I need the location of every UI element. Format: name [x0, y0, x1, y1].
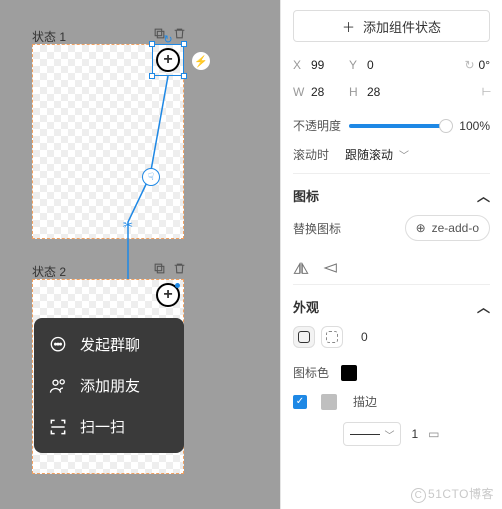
scroll-row: 滚动时 跟随滚动 ﹀ — [293, 146, 490, 163]
replace-icon-row: 替换图标 ⊕ ze-add-o — [293, 215, 490, 241]
stroke-label: 描边 — [353, 393, 377, 410]
chevron-down-icon: ﹀ — [384, 427, 394, 442]
y-label: Y — [349, 58, 363, 72]
opacity-value[interactable]: 100% — [454, 119, 490, 133]
rotation-input[interactable]: 0° — [479, 58, 490, 72]
radius-all-button[interactable] — [293, 326, 315, 348]
plus-icon: ＋ — [342, 17, 355, 36]
rotate-icon[interactable]: ↻ — [464, 58, 474, 72]
delete-icon[interactable] — [172, 261, 186, 275]
stroke-swatch[interactable] — [321, 394, 337, 410]
icon-chip[interactable]: ⊕ ze-add-o — [405, 215, 490, 241]
chat-icon — [48, 335, 68, 355]
stroke-checkbox[interactable]: ✓ — [293, 395, 307, 409]
add-state-label: 添加组件状态 — [363, 17, 441, 36]
tap-indicator-icon[interactable]: ☟ — [142, 168, 160, 186]
stroke-style-select[interactable]: ﹀ — [343, 422, 401, 446]
flip-vertical-icon[interactable] — [323, 261, 339, 278]
add-friend-icon — [48, 376, 68, 396]
plus-button-1[interactable]: + — [156, 48, 180, 72]
chevron-down-icon: ﹀ — [399, 147, 409, 162]
scan-icon — [48, 417, 68, 437]
menu-label: 发起群聊 — [80, 334, 140, 355]
menu-label: 扫一扫 — [80, 416, 125, 437]
state2-actions — [152, 261, 186, 275]
x-input[interactable]: 99 — [311, 58, 345, 72]
plus-button-2[interactable]: + — [156, 283, 180, 307]
stroke-position-icon[interactable]: ▭ — [428, 427, 439, 441]
h-input[interactable]: 28 — [367, 85, 401, 99]
icon-name: ze-add-o — [432, 221, 479, 235]
plus-circle-icon: ⊕ — [416, 221, 426, 235]
menu-item-add-friend[interactable]: 添加朋友 — [34, 365, 184, 406]
state1-label: 状态 1 — [32, 28, 66, 45]
flip-horizontal-icon[interactable] — [293, 261, 309, 278]
interaction-bolt-icon[interactable]: ⚡ — [192, 52, 210, 70]
menu-item-group-chat[interactable]: 发起群聊 — [34, 324, 184, 365]
lock-aspect-icon[interactable]: ⟂ — [478, 87, 493, 95]
stroke-width-input[interactable]: 1 — [411, 427, 418, 441]
replace-icon-label: 替换图标 — [293, 220, 341, 237]
w-input[interactable]: 28 — [311, 85, 345, 99]
chevron-up-icon[interactable]: ︿ — [477, 297, 490, 316]
position-row: X 99 Y 0 ↻ 0° — [293, 58, 490, 72]
rotate-icon[interactable]: ↻ — [163, 33, 172, 46]
scroll-select[interactable]: 跟随滚动 ﹀ — [345, 146, 409, 163]
context-menu: 发起群聊 添加朋友 扫一扫 — [34, 318, 184, 453]
opacity-label: 不透明度 — [293, 117, 341, 134]
corner-radius-row: 0 — [293, 326, 490, 348]
color-swatch[interactable] — [341, 365, 357, 381]
icon-color-label: 图标色 — [293, 364, 337, 381]
icon-section-header: 图标 ︿ — [293, 173, 490, 213]
properties-panel: ＋ 添加组件状态 X 99 Y 0 ↻ 0° W 28 H 28 ⟂ 不透明度 … — [280, 0, 502, 509]
radius-toggle — [293, 326, 343, 348]
icon-color-row: 图标色 — [293, 364, 490, 381]
appearance-section-header: 外观 ︿ — [293, 284, 490, 324]
section-title: 外观 — [293, 297, 319, 316]
w-label: W — [293, 85, 307, 99]
radius-input[interactable]: 0 — [361, 330, 368, 344]
design-canvas[interactable]: 状态 1 ↻ + ⚡ ☟ ✂ 状态 2 + — [0, 0, 280, 509]
scroll-value: 跟随滚动 — [345, 146, 393, 163]
add-component-state-button[interactable]: ＋ 添加组件状态 — [293, 10, 490, 42]
menu-item-scan[interactable]: 扫一扫 — [34, 406, 184, 447]
stroke-detail-row: ﹀ 1 ▭ — [293, 422, 490, 446]
radius-individual-button[interactable] — [321, 326, 343, 348]
menu-label: 添加朋友 — [80, 375, 140, 396]
scissors-icon[interactable]: ✂ — [123, 218, 133, 232]
chevron-up-icon[interactable]: ︿ — [477, 186, 490, 205]
y-input[interactable]: 0 — [367, 58, 401, 72]
duplicate-icon[interactable] — [152, 261, 166, 275]
h-label: H — [349, 85, 363, 99]
x-label: X — [293, 58, 307, 72]
opacity-slider[interactable] — [349, 124, 446, 128]
mirror-row — [293, 253, 490, 278]
section-title: 图标 — [293, 186, 319, 205]
state2-label: 状态 2 — [32, 263, 66, 280]
opacity-row: 不透明度 100% — [293, 117, 490, 134]
scroll-label: 滚动时 — [293, 146, 341, 163]
delete-icon[interactable] — [172, 26, 186, 40]
size-row: W 28 H 28 ⟂ — [293, 84, 490, 99]
stroke-row: ✓ 描边 — [293, 393, 490, 410]
